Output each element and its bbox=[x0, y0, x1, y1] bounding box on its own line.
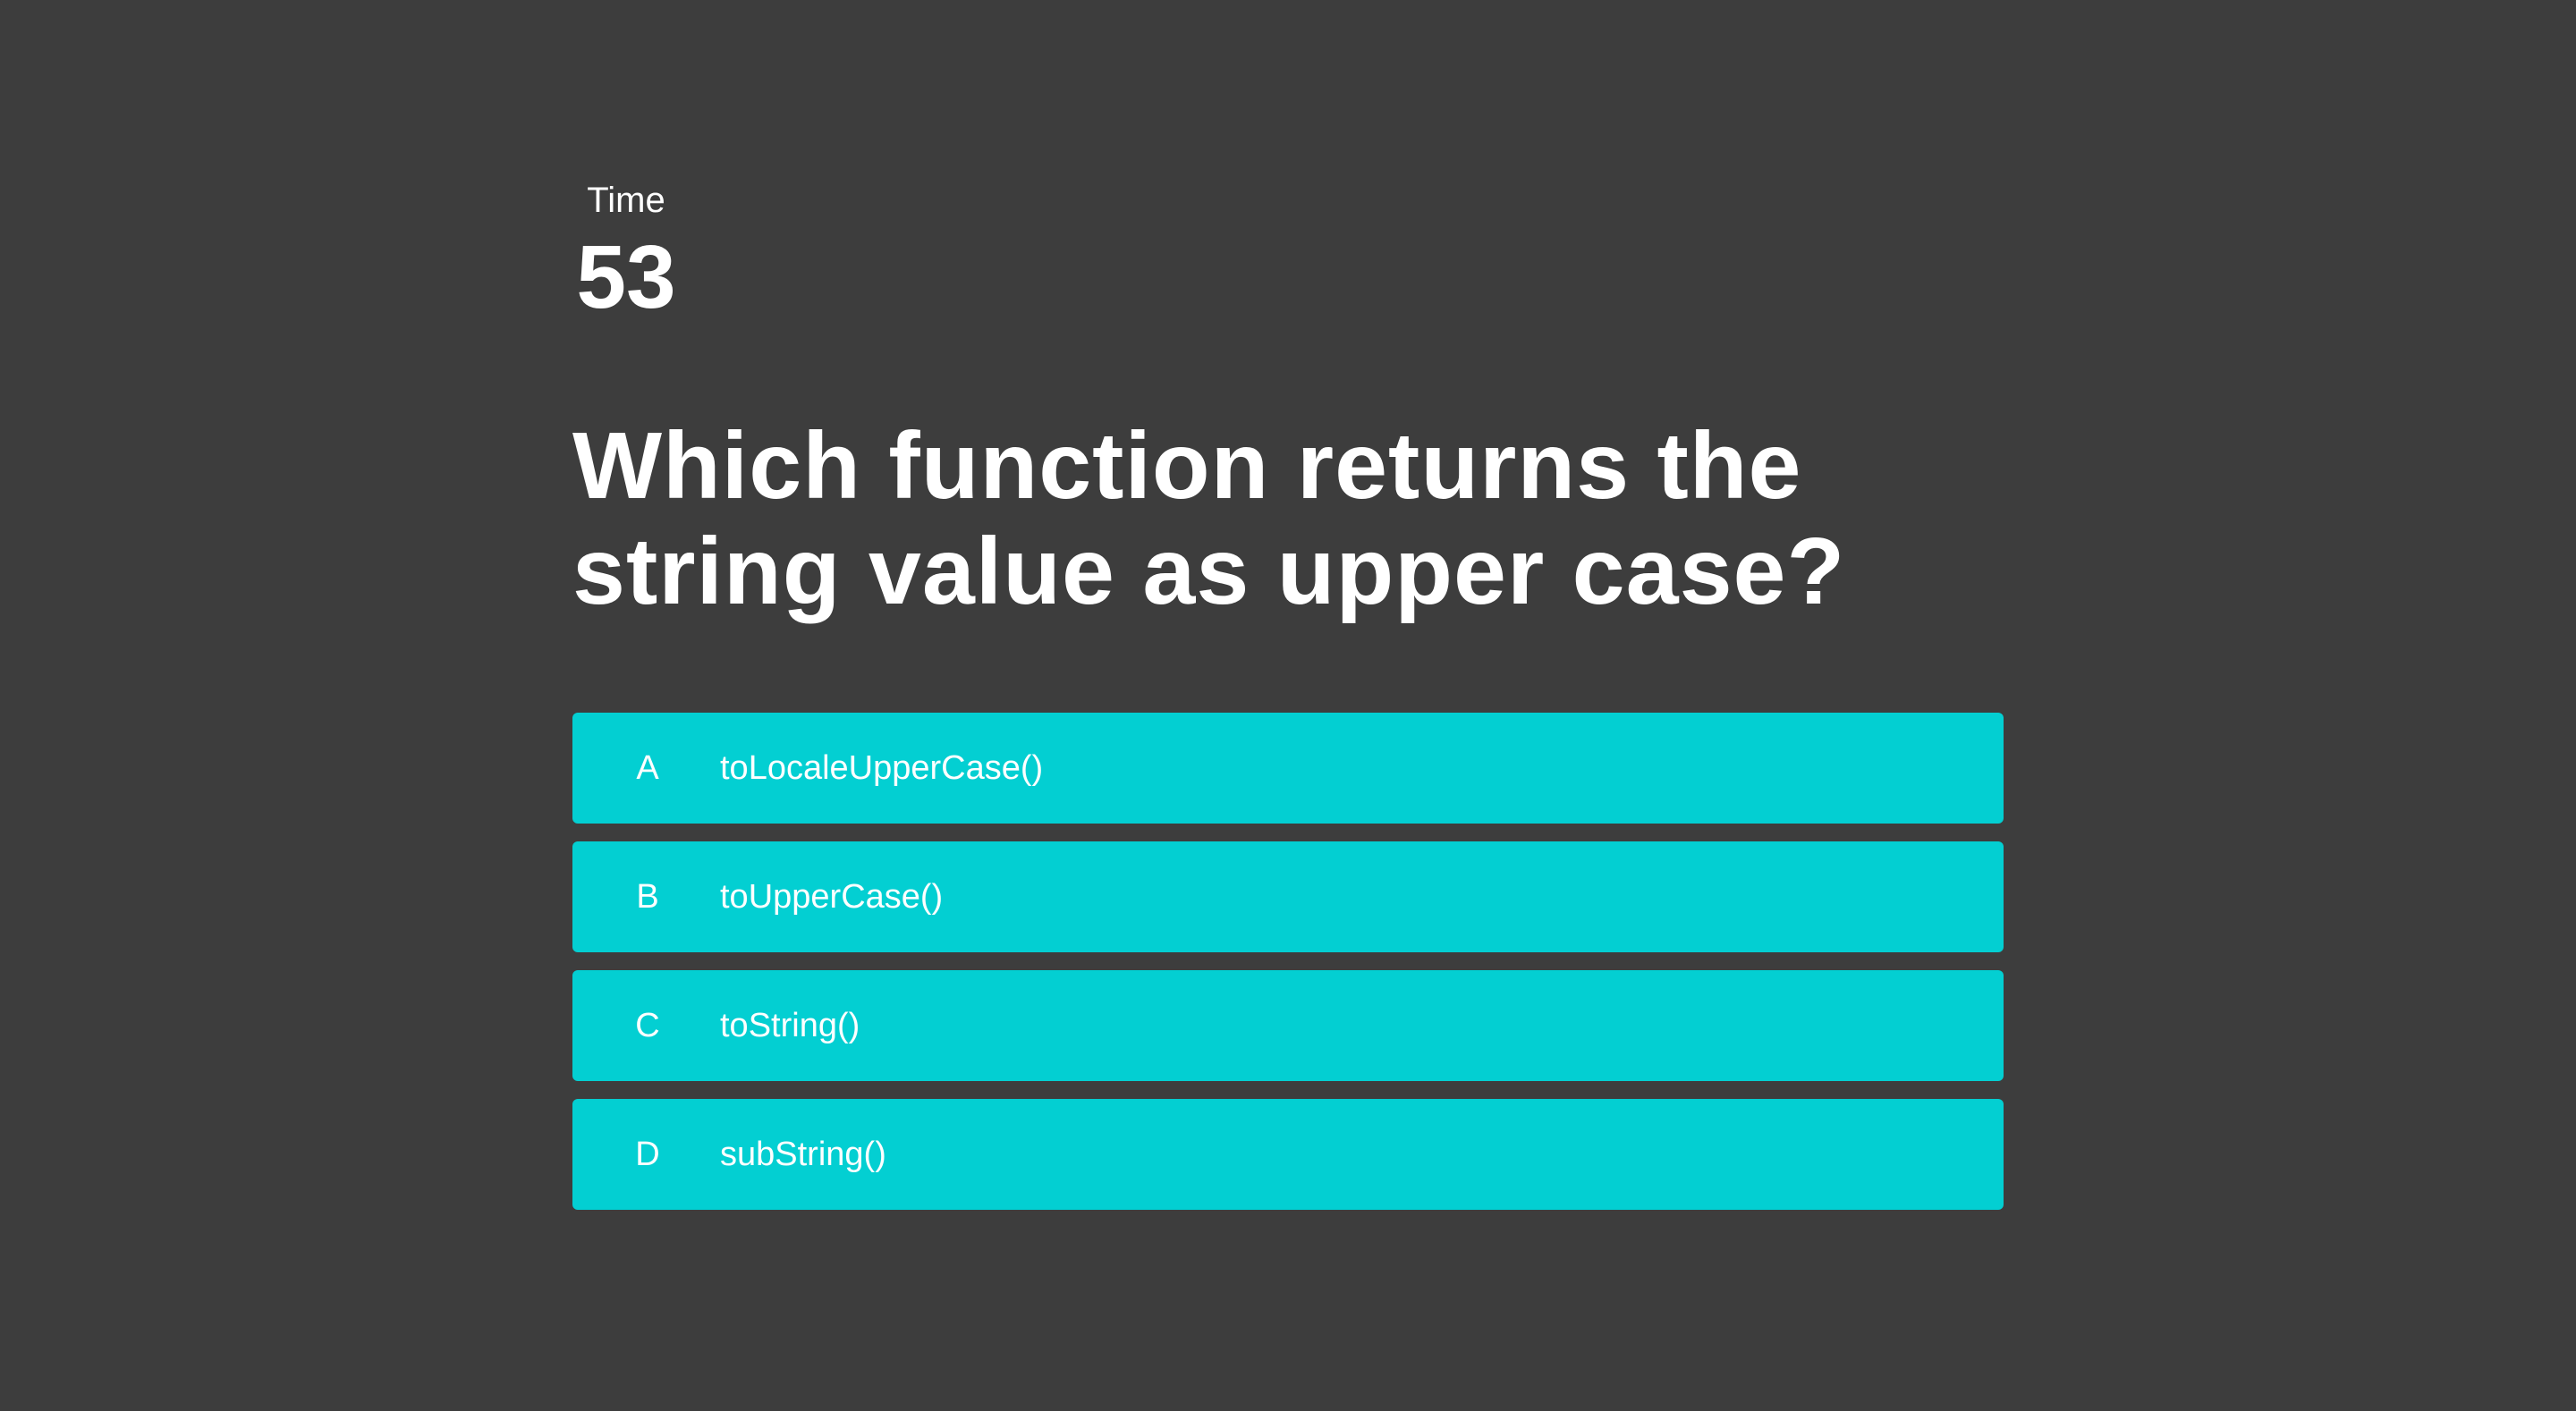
answer-list: A toLocaleUpperCase() B toUpperCase() C … bbox=[572, 713, 2004, 1228]
answer-text: subString() bbox=[720, 1135, 886, 1173]
timer-label: Time bbox=[587, 181, 665, 220]
answer-option-b[interactable]: B toUpperCase() bbox=[572, 841, 2004, 952]
answer-letter: B bbox=[636, 877, 659, 916]
answer-option-c[interactable]: C toString() bbox=[572, 970, 2004, 1081]
answer-option-d[interactable]: D subString() bbox=[572, 1099, 2004, 1210]
answer-letter: A bbox=[636, 748, 659, 787]
question-text: Which function returns the string value … bbox=[572, 413, 1846, 624]
answer-letter: C bbox=[635, 1006, 660, 1044]
timer-value: 53 bbox=[576, 227, 676, 327]
timer: Time 53 bbox=[572, 179, 680, 322]
answer-text: toString() bbox=[720, 1006, 860, 1044]
answer-text: toLocaleUpperCase() bbox=[720, 748, 1044, 787]
answer-option-a[interactable]: A toLocaleUpperCase() bbox=[572, 713, 2004, 824]
answer-letter: D bbox=[635, 1135, 660, 1173]
answer-text: toUpperCase() bbox=[720, 877, 944, 916]
